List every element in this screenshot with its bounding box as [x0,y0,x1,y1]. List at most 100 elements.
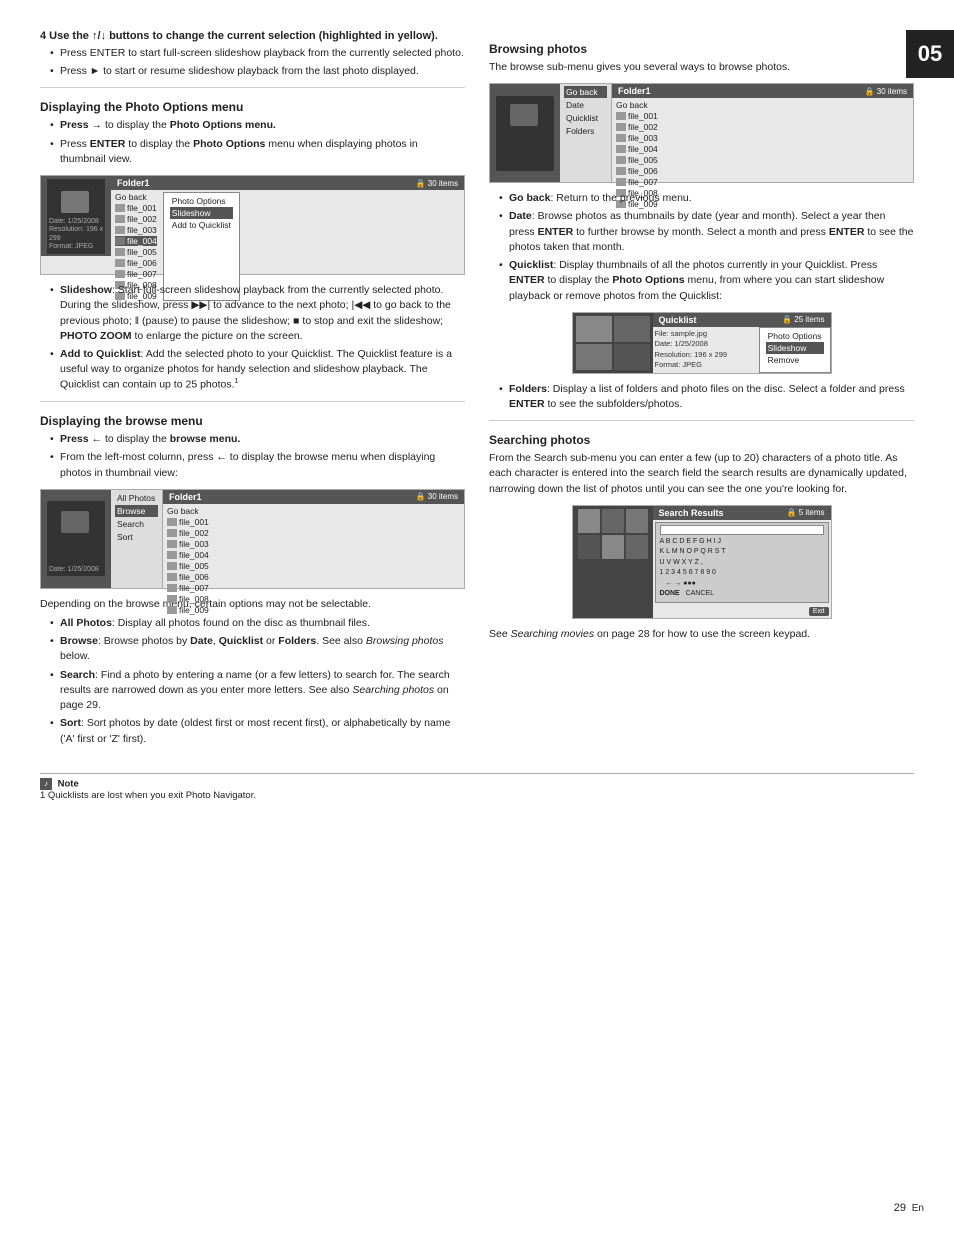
searching-footer: See Searching movies on page 28 for how … [489,627,914,642]
menu-item-add-quicklist: Add to Quicklist [170,219,233,231]
ql-menu-photo-options: Photo Options [766,330,824,342]
divider-2 [40,401,465,402]
panel-sort: Sort [115,531,158,543]
browse-bullet-2: From the left-most column, press ← to di… [50,450,465,480]
search-items-count: 🔒 5 items [787,508,825,517]
screen2-thumb: Date: 1/25/2008 [41,490,111,588]
screen3-thumb [490,84,560,182]
note-item-1: 1 Quicklists are lost when you exit Phot… [40,790,256,801]
file-item-4: file_004 [115,236,157,246]
screen2-folder-bar: Folder1 🔒 30 items [163,490,464,504]
page-container: 05 4 Use the ↑/↓ buttons to change the c… [0,0,954,1244]
chapter-badge: 05 [906,30,954,78]
intro-bullet-2: Press ► to start or resume slideshow pla… [50,64,465,79]
ql-menu-box: Photo Options Slideshow Remove [759,327,831,373]
intro-bullets: Press ENTER to start full-screen slidesh… [40,46,465,79]
note-label: Note [58,778,79,789]
file-item-7: file_007 [115,269,157,279]
panel3-quicklist: Quicklist [564,112,607,124]
screen2-items-count: 🔒 30 items [416,492,458,501]
photo-options-bullet-1: Press → to display the Photo Options men… [50,118,465,133]
screen-quicklist: Quicklist 🔒 25 items File: sample.jpgDat… [572,312,832,374]
screen-browsing: Go back Date Quicklist Folders Folder1 🔒… [489,83,914,183]
browse-menu-intro-bullets: Press ← to display the browse menu. From… [40,432,465,481]
ql-folder-bar: Quicklist 🔒 25 items [653,313,831,327]
note-icon: ♪ [40,778,52,790]
screen1-inner: Folder1 🔒 30 items Go back file_001 file… [111,176,464,274]
panel-browse: Browse [115,505,158,517]
panel-all-photos: All Photos [115,492,158,504]
page-number: 29 [894,1202,906,1214]
search-keypad: A B C D E F G H I J K L M N O P Q R S T … [655,522,829,603]
all-photos-bullet: All Photos: Display all photos found on … [50,616,465,631]
screen1-folder-name: Folder1 [117,178,150,188]
ql-menu-slideshow: Slideshow [766,342,824,354]
search-input-field [660,525,824,535]
menu-item-slideshow: Slideshow [170,207,233,219]
slideshow-desc: Slideshow: Start full-screen slideshow p… [50,283,465,344]
screen3-folder-bar: Folder1 🔒 30 items [612,84,913,98]
right-column: Browsing photos The browse sub-menu give… [489,30,914,753]
browsing-photos-intro: The browse sub-menu gives you several wa… [489,60,914,75]
screen2-inner: Folder1 🔒 30 items Go back file_001 file… [163,490,464,588]
ql-file-info: File: sample.jpgDate: 1/25/2008Resolutio… [653,327,757,373]
panel3-go-back: Go back [564,86,607,98]
file-item-3: file_003 [115,225,157,235]
screen2-file-list: Go back file_001 file_002 file_003 file_… [163,504,464,617]
screen1-folder-bar: Folder1 🔒 30 items [111,176,464,190]
browse-bullet-1: Press ← to display the browse menu. [50,432,465,447]
panel3-folders: Folders [564,125,607,137]
search-keypad-chars: A B C D E F G H I J K L M N O P Q R S T … [660,537,824,600]
search-exit-btn: Exit [653,605,831,618]
page-lang: En [912,1203,924,1214]
browse-menu-heading: Displaying the browse menu [40,414,465,428]
file-item-goback: Go back [115,192,157,202]
file-item-5: file_005 [115,247,157,257]
search-bullet-desc: Search: Find a photo by entering a name … [50,668,465,714]
two-column-layout: 4 Use the ↑/↓ buttons to change the curr… [40,30,914,753]
note-box: ♪ Note 1 Quicklists are lost when you ex… [40,773,914,801]
panel3-date: Date [564,99,607,111]
screen1-thumb: Date: 1/25/2008Resolution: 196 x 299Form… [41,176,111,256]
search-inner: Search Results 🔒 5 items A B C D E F G H… [653,506,831,618]
search-folder-name: Search Results [659,508,724,518]
screen1-items-count: 🔒 30 items [416,179,458,188]
screen3-items-count: 🔒 30 items [865,87,907,96]
sort-bullet-desc: Sort: Sort photos by date (oldest first … [50,716,465,746]
step-heading: 4 Use the ↑/↓ buttons to change the curr… [40,30,465,42]
photo-options-heading: Displaying the Photo Options menu [40,100,465,114]
ql-menu-remove: Remove [766,354,824,366]
screen1-info: Date: 1/25/2008Resolution: 196 x 299Form… [49,218,105,252]
screen-photo-options: Date: 1/25/2008Resolution: 196 x 299Form… [40,175,465,275]
screen2-folder-name: Folder1 [169,492,202,502]
divider-1 [40,87,465,88]
searching-photos-intro: From the Search sub-menu you can enter a… [489,451,914,497]
file-item-1: file_001 [115,203,157,213]
file-item-6: file_006 [115,258,157,268]
quicklist-desc: Quicklist: Display thumbnails of all the… [499,258,914,304]
ql-content: File: sample.jpgDate: 1/25/2008Resolutio… [653,327,831,373]
photo-options-bullet-2: Press ENTER to display the Photo Options… [50,137,465,167]
search-folder-bar: Search Results 🔒 5 items [653,506,831,520]
folders-desc: Folders: Display a list of folders and p… [499,382,914,412]
searching-photos-heading: Searching photos [489,433,914,447]
menu-item-photo-options: Photo Options [170,195,233,207]
screen2-file-col: Go back file_001 file_002 file_003 file_… [167,506,209,615]
screen3-left-panel: Go back Date Quicklist Folders [560,84,612,182]
screen-browse: Date: 1/25/2008 All Photos Browse Search… [40,489,465,589]
folders-bullet-list: Folders: Display a list of folders and p… [489,382,914,412]
photo-options-desc-bullets: Slideshow: Start full-screen slideshow p… [40,283,465,393]
photo-options-intro-bullets: Press → to display the Photo Options men… [40,118,465,167]
panel-search: Search [115,518,158,530]
intro-bullet-1: Press ENTER to start full-screen slidesh… [50,46,465,61]
divider-3 [489,420,914,421]
ql-items-count: 🔒 25 items [782,315,824,324]
browsing-photos-heading: Browsing photos [489,42,914,56]
screen3-inner: Folder1 🔒 30 items Go back file_001 file… [612,84,913,182]
screen3-folder-name: Folder1 [618,86,651,96]
ql-inner: Quicklist 🔒 25 items File: sample.jpgDat… [653,313,831,373]
go-back-desc: Go back: Return to the previous menu. [499,191,914,206]
ql-folder-name: Quicklist [659,315,697,325]
screen2-left-panel: All Photos Browse Search Sort [111,490,163,588]
browse-bullet-desc: Browse: Browse photos by Date, Quicklist… [50,634,465,664]
